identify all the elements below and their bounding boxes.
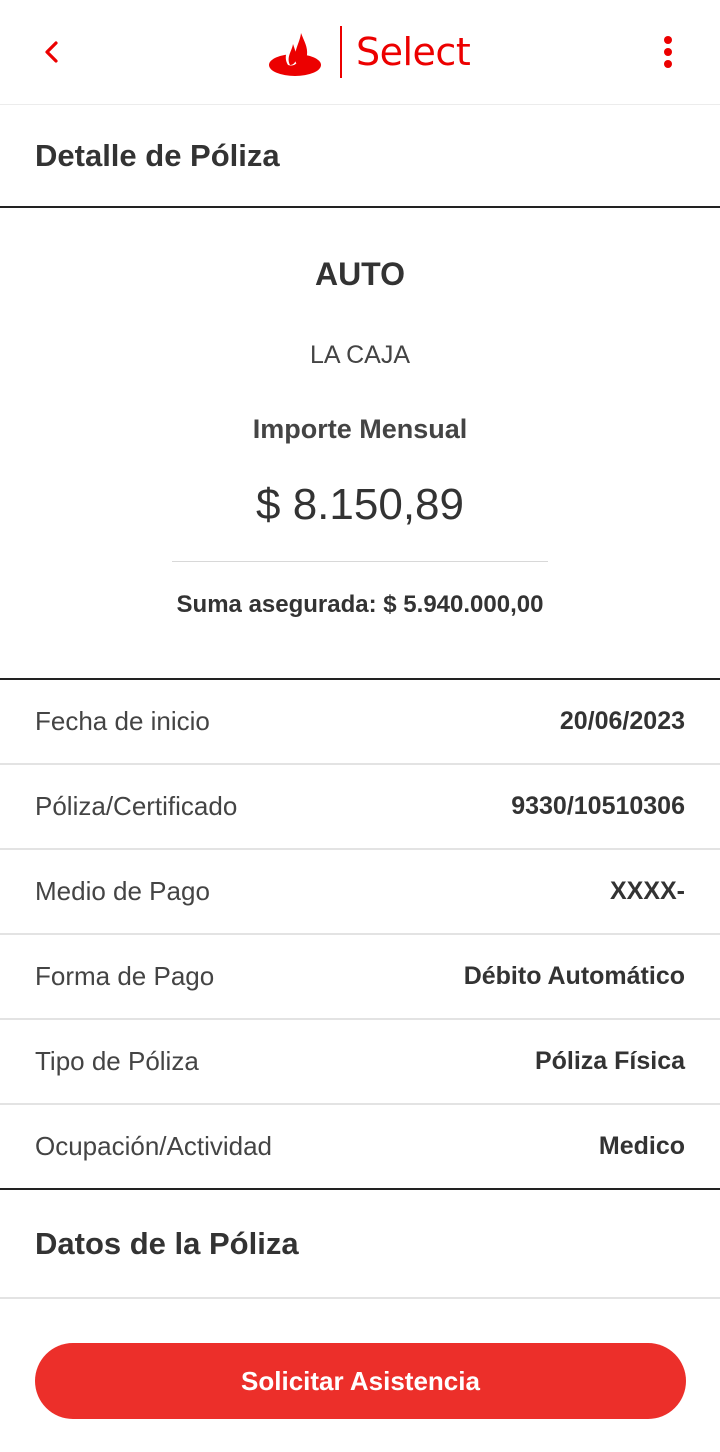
detail-row-occupation: Ocupación/Actividad Medico	[0, 1105, 720, 1190]
detail-label: Ocupación/Actividad	[35, 1131, 273, 1161]
monthly-amount: $ 8.150,89	[256, 480, 464, 529]
divider	[172, 561, 548, 562]
detail-label: Forma de Pago	[35, 961, 215, 991]
detail-row-payment-form: Forma de Pago Débito Automático	[0, 935, 720, 1020]
back-button[interactable]	[30, 30, 74, 74]
chevron-left-icon	[45, 41, 58, 63]
insured-sum: Suma asegurada: $ 5.940.000,00	[176, 591, 544, 618]
detail-label: Póliza/Certificado	[35, 791, 238, 821]
brand-divider	[340, 26, 342, 78]
detail-row-start-date: Fecha de inicio 20/06/2023	[0, 680, 720, 765]
policy-summary: AUTO LA CAJA Importe Mensual $ 8.150,89 …	[0, 208, 720, 680]
insurer-name: LA CAJA	[309, 341, 411, 369]
request-assistance-button[interactable]: Solicitar Asistencia	[35, 1343, 686, 1419]
brand-logo: Select	[268, 26, 471, 78]
detail-value: Débito Automático	[463, 962, 685, 990]
detail-label: Tipo de Póliza	[35, 1046, 199, 1076]
detail-row-policy-type: Tipo de Póliza Póliza Física	[0, 1020, 720, 1105]
detail-row-payment-method: Medio de Pago XXXX-	[0, 850, 720, 935]
page-title: Detalle de Póliza	[0, 105, 720, 208]
policy-data-section[interactable]: Datos de la Póliza	[0, 1191, 720, 1299]
policy-details-list: Fecha de inicio 20/06/2023 Póliza/Certif…	[0, 680, 720, 1190]
detail-row-policy-number: Póliza/Certificado 9330/10510306	[0, 765, 720, 850]
detail-value: Medico	[598, 1132, 685, 1160]
kebab-menu-icon	[664, 36, 672, 68]
policy-type: AUTO	[314, 256, 406, 292]
detail-value: 9330/10510306	[511, 792, 685, 820]
detail-label: Fecha de inicio	[35, 706, 210, 736]
detail-label: Medio de Pago	[35, 876, 210, 906]
more-options-button[interactable]	[646, 30, 690, 74]
detail-value: 20/06/2023	[559, 707, 685, 735]
santander-flame-icon	[269, 33, 321, 76]
detail-value: XXXX-	[609, 877, 685, 905]
amount-label: Importe Mensual	[252, 414, 468, 444]
brand-name: Select	[356, 30, 471, 74]
detail-value: Póliza Física	[534, 1047, 685, 1075]
app-header: Select	[0, 0, 720, 105]
